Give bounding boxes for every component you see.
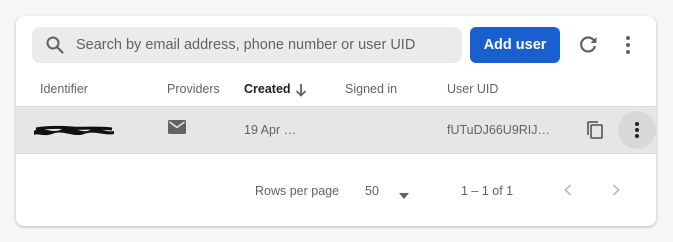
users-card: Search by email address, phone number or… [16, 16, 656, 226]
column-signed-in[interactable]: Signed in [345, 82, 397, 96]
column-identifier[interactable]: Identifier [40, 82, 88, 96]
pagination: Rows per page 50 1 – 1 of 1 [16, 154, 656, 226]
created-date: 19 Apr … [244, 123, 297, 137]
rows-per-page-label: Rows per page [255, 184, 340, 198]
chevron-left-icon[interactable] [560, 182, 576, 198]
page-range: 1 – 1 of 1 [461, 184, 514, 198]
column-user-uid[interactable]: User UID [447, 82, 498, 96]
toolbar: Search by email address, phone number or… [16, 16, 656, 72]
table-row[interactable]: 19 Apr … fUTuDJ66U9RIJ… [16, 106, 656, 154]
add-user-button[interactable]: Add user [470, 27, 560, 63]
column-providers[interactable]: Providers [167, 82, 220, 96]
search-placeholder: Search by email address, phone number or… [76, 37, 416, 53]
chevron-right-icon[interactable] [608, 182, 624, 198]
row-more-vert-icon[interactable] [618, 111, 656, 149]
refresh-icon[interactable] [576, 33, 600, 57]
column-created[interactable]: Created [244, 82, 291, 96]
search-icon [45, 35, 65, 55]
copy-icon[interactable] [585, 120, 605, 140]
search-input[interactable]: Search by email address, phone number or… [32, 27, 462, 63]
user-uid: fUTuDJ66U9RIJ… [447, 123, 551, 137]
more-vert-icon[interactable] [616, 33, 640, 57]
email-icon [168, 120, 186, 134]
rows-per-page-select[interactable]: 50 [365, 184, 379, 198]
arrow-down-icon[interactable] [293, 82, 309, 98]
redacted-identifier [32, 121, 116, 139]
dropdown-arrow-icon[interactable] [398, 189, 410, 199]
table-header: Identifier Providers Created Signed in U… [16, 72, 656, 106]
